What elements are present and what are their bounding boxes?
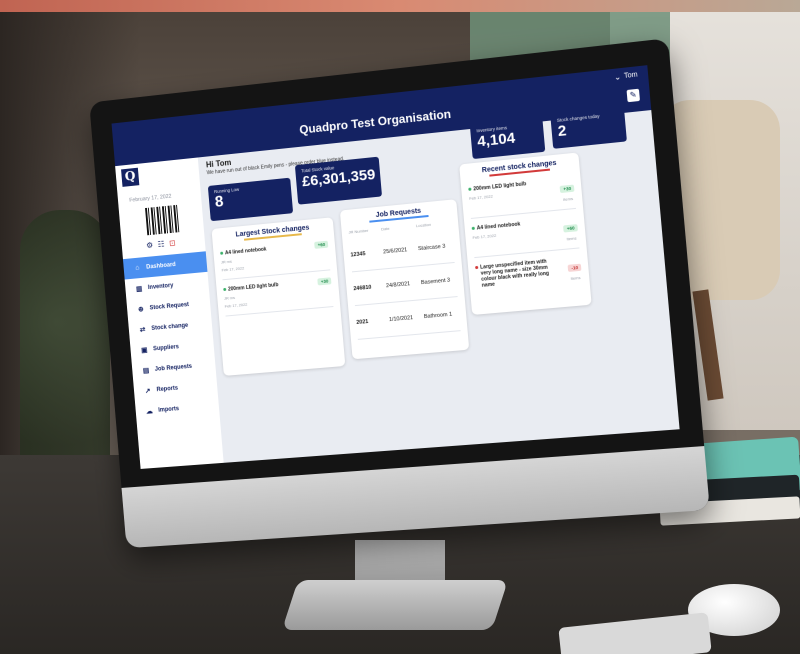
monitor-base <box>281 580 509 630</box>
chevron-down-icon: ⌄ <box>613 72 622 83</box>
briefcase-icon: ▤ <box>142 366 150 375</box>
sidebar-date: February 17, 2022 <box>129 193 172 204</box>
monitor: February 17, 2022 ⚙ ☷ ⊡ ⌂ Dashboard ▥ In… <box>89 38 710 549</box>
list-item[interactable]: 200mm LED light bulb JR ms Feb 17, 2022 … <box>222 274 334 317</box>
screen: February 17, 2022 ⚙ ☷ ⊡ ⌂ Dashboard ▥ In… <box>111 65 680 469</box>
chart-icon: ▥ <box>135 285 143 293</box>
stat-running-low[interactable]: Running Low 8 <box>207 177 294 222</box>
user-menu[interactable]: ⌄ Tom <box>614 70 638 82</box>
column-header: Date <box>380 225 390 232</box>
jr-number: 246810 <box>353 284 372 292</box>
edit-icon[interactable]: ✎ <box>626 88 641 103</box>
sidebar-item-label: Imports <box>158 405 180 414</box>
sidebar-item-label: Inventory <box>147 282 174 291</box>
item-date: Feb 17, 2022 <box>224 301 248 309</box>
alert-box-icon[interactable]: ⊡ <box>169 238 176 247</box>
item-date: Feb 17, 2022 <box>472 232 497 241</box>
column-header: Location <box>415 221 432 229</box>
dashboard-main: Hi Tom We have run out of black Emily pe… <box>206 106 673 459</box>
status-dot <box>223 287 227 292</box>
change-badge: -10 <box>568 263 582 272</box>
change-badge: +30 <box>317 277 332 286</box>
sidebar-quick-icons: ⚙ ☷ ⊡ <box>146 238 176 250</box>
sidebar-item-label: Stock change <box>151 322 189 332</box>
status-dot <box>471 226 475 231</box>
stat-stock-changes-today[interactable]: Stock changes today 2 <box>550 106 627 149</box>
column-header: JR Number <box>348 227 369 235</box>
list-item[interactable]: A4 lined notebook JR ms Feb 17, 2022 +60 <box>219 237 331 281</box>
jr-number: 2021 <box>356 318 369 326</box>
status-dot <box>220 251 224 255</box>
jr-date: 25/6/2021 <box>382 246 408 255</box>
list-item[interactable]: Large unspecified item with very long na… <box>475 253 583 297</box>
jr-location: Basement 3 <box>420 277 451 286</box>
jr-date: 1/10/2021 <box>388 314 414 323</box>
stat-total-stock-value[interactable]: Total Stock value £6,301,359 <box>294 156 383 205</box>
badge-sub: items <box>570 274 581 281</box>
sidebar: February 17, 2022 ⚙ ☷ ⊡ ⌂ Dashboard ▥ In… <box>115 157 224 469</box>
item-name: Large unspecified item with very long na… <box>479 258 550 289</box>
plus-icon: ⊕ <box>137 305 144 313</box>
sidebar-item-label: Stock Request <box>149 301 190 311</box>
badge-sub: items <box>566 235 577 242</box>
change-badge: +60 <box>563 224 578 233</box>
sidebar-item-label: Dashboard <box>146 261 176 271</box>
list-item[interactable]: 200mm LED light bulb Feb 17, 2022 +30 it… <box>467 173 576 219</box>
list-item[interactable]: A4 lined notebook Feb 17, 2022 +60 items <box>471 212 580 259</box>
change-badge: +30 <box>559 184 575 194</box>
background-plant <box>20 210 110 490</box>
suppliers-icon: ▣ <box>140 346 148 354</box>
barcode-icon[interactable] <box>145 204 182 236</box>
status-dot <box>468 187 472 191</box>
jr-date: 24/8/2021 <box>385 280 411 289</box>
jr-location: Staircase 3 <box>417 243 446 252</box>
change-badge: +60 <box>314 240 329 249</box>
sidebar-item-label: Suppliers <box>152 343 180 352</box>
users-icon[interactable]: ☷ <box>157 240 164 249</box>
jr-location: Bathroom 1 <box>423 311 453 320</box>
item-date: Feb 17, 2022 <box>221 265 245 273</box>
card-largest-stock-changes: Largest Stock changes A4 lined notebook … <box>211 217 346 376</box>
home-icon: ⌂ <box>135 264 140 272</box>
trend-icon: ↗ <box>144 387 151 395</box>
swap-icon: ⇄ <box>139 326 146 334</box>
badge-sub: items <box>563 195 574 202</box>
app-logo[interactable]: Q <box>121 167 140 187</box>
sidebar-item-label: Job Requests <box>154 363 193 373</box>
jr-number: 12345 <box>350 250 366 258</box>
stat-inventory-items[interactable]: Inventory items 4,104 <box>469 117 546 160</box>
cloud-upload-icon: ☁ <box>145 407 154 416</box>
sidebar-nav: ⌂ Dashboard ▥ Inventory ⊕ Stock Request … <box>122 251 220 422</box>
item-name: A4 lined notebook <box>224 246 267 257</box>
sidebar-item-label: Reports <box>156 385 179 393</box>
top-edge-strip <box>0 0 800 12</box>
gear-icon[interactable]: ⚙ <box>146 241 153 250</box>
status-dot <box>475 265 479 270</box>
user-name: Tom <box>623 71 639 80</box>
card-recent-stock-changes: Recent stock changes 200mm LED light bul… <box>459 152 592 315</box>
card-job-requests: Job Requests JR Number Date Location 123… <box>339 199 470 360</box>
